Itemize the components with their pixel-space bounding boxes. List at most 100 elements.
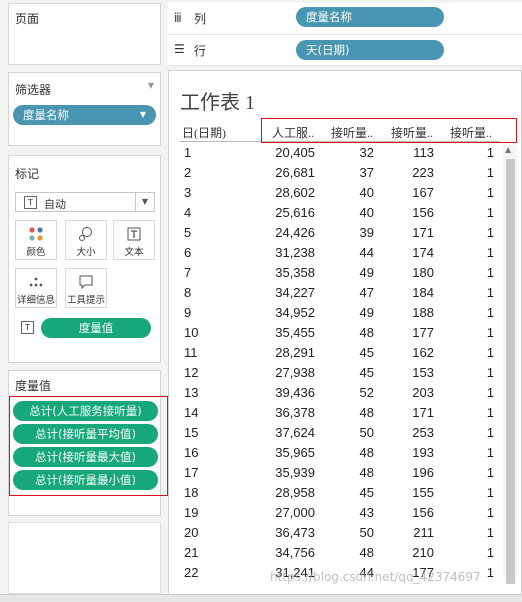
tooltip-button[interactable]: 工具提示 xyxy=(65,268,107,308)
table-cell: 14 xyxy=(184,405,199,420)
table-cell: 19 xyxy=(184,505,199,520)
marks-text-pill[interactable]: 度量值 xyxy=(41,318,151,338)
table-row[interactable]: 2 26,681 37 223 1 xyxy=(180,162,500,182)
dropdown-arrow-icon[interactable]: ▼ xyxy=(140,105,146,125)
table-cell: 1 xyxy=(184,145,192,160)
table-cell: 1 xyxy=(486,205,494,220)
measure-values-highlight xyxy=(9,396,168,496)
color-button[interactable]: 颜色 xyxy=(15,220,57,260)
table-cell: 27,000 xyxy=(275,505,315,520)
table-cell: 211 xyxy=(413,525,434,540)
table-cell: 1 xyxy=(486,365,494,380)
table-cell: 1 xyxy=(486,465,494,480)
table-cell: 1 xyxy=(486,325,494,340)
table-cell: 8 xyxy=(184,285,192,300)
table-cell: 21 xyxy=(184,545,199,560)
table-cell: 9 xyxy=(184,305,192,320)
vertical-scrollbar[interactable]: ▲ xyxy=(503,145,517,584)
table-row[interactable]: 4 25,616 40 156 1 xyxy=(180,202,500,222)
table-row[interactable]: 12 27,938 45 153 1 xyxy=(180,362,500,382)
table-row[interactable]: 6 31,238 44 174 1 xyxy=(180,242,500,262)
table-cell: 1 xyxy=(486,425,494,440)
table-cell: 1 xyxy=(486,305,494,320)
table-row[interactable]: 3 28,602 40 167 1 xyxy=(180,182,500,202)
table-row[interactable]: 1 20,405 32 113 1 xyxy=(180,142,500,162)
size-icon xyxy=(66,226,106,242)
table-row[interactable]: 19 27,000 43 156 1 xyxy=(180,502,500,522)
table-cell: 22 xyxy=(184,565,199,580)
table-cell: 223 xyxy=(412,165,434,180)
table-cell: 15 xyxy=(184,425,199,440)
measure-values-title: 度量值 xyxy=(15,379,52,393)
table-cell: 6 xyxy=(184,245,192,260)
column-header-day[interactable]: 日(日期) xyxy=(182,124,226,141)
table-cell: 2 xyxy=(184,165,192,180)
table-cell: 1 xyxy=(486,345,494,360)
columns-icon: ⅲ xyxy=(174,11,182,25)
filter-pill-measure-names[interactable]: 度量名称 ▼ xyxy=(13,105,156,125)
rows-icon: ☰ xyxy=(174,42,185,56)
table-cell: 171 xyxy=(412,405,434,420)
table-cell: 20 xyxy=(184,525,199,540)
table-cell: 34,756 xyxy=(275,545,315,560)
table-row[interactable]: 20 36,473 50 211 1 xyxy=(180,522,500,542)
table-cell: 39,436 xyxy=(275,385,315,400)
table-cell: 44 xyxy=(359,245,374,260)
table-cell: 34,952 xyxy=(275,305,315,320)
mark-type-select[interactable]: T 自动 ▼ xyxy=(15,192,155,212)
table-row[interactable]: 11 28,291 45 162 1 xyxy=(180,342,500,362)
table-cell: 50 xyxy=(359,425,374,440)
table-row[interactable]: 13 39,436 52 203 1 xyxy=(180,382,500,402)
table-cell: 1 xyxy=(486,485,494,500)
table-cell: 193 xyxy=(412,445,434,460)
filters-menu-icon[interactable]: ▼ xyxy=(148,81,154,90)
table-cell: 48 xyxy=(359,545,374,560)
table-row[interactable]: 10 35,455 48 177 1 xyxy=(180,322,500,342)
pages-title: 页面 xyxy=(15,12,40,26)
table-cell: 25,616 xyxy=(275,205,315,220)
table-cell: 20,405 xyxy=(275,145,315,160)
table-cell: 153 xyxy=(412,365,434,380)
table-cell: 155 xyxy=(412,485,434,500)
left-bottom-panel xyxy=(8,522,161,594)
table-row[interactable]: 15 37,624 50 253 1 xyxy=(180,422,500,442)
table-cell: 40 xyxy=(359,185,374,200)
table-row[interactable]: 21 34,756 48 210 1 xyxy=(180,542,500,562)
size-button[interactable]: 大小 xyxy=(65,220,107,260)
table-cell: 52 xyxy=(359,385,374,400)
table-cell: 28,958 xyxy=(275,485,315,500)
rows-shelf[interactable]: ☰ 行 天(日期) xyxy=(168,35,522,66)
table-row[interactable]: 8 34,227 47 184 1 xyxy=(180,282,500,302)
table-cell: 45 xyxy=(359,345,374,360)
table-cell: 171 xyxy=(412,225,434,240)
table-row[interactable]: 18 28,958 45 155 1 xyxy=(180,482,500,502)
rows-pill[interactable]: 天(日期) xyxy=(296,40,444,60)
table-cell: 17 xyxy=(184,465,199,480)
table-row[interactable]: 17 35,939 48 196 1 xyxy=(180,462,500,482)
table-cell: 1 xyxy=(486,185,494,200)
table-cell: 1 xyxy=(486,405,494,420)
table-cell: 43 xyxy=(359,505,374,520)
table-cell: 210 xyxy=(412,545,434,560)
table-cell: 1 xyxy=(486,225,494,240)
scrollbar-thumb[interactable] xyxy=(506,159,515,584)
columns-pill[interactable]: 度量名称 xyxy=(296,7,444,27)
table-cell: 11 xyxy=(184,345,198,360)
table-row[interactable]: 16 35,965 48 193 1 xyxy=(180,442,500,462)
table-cell: 167 xyxy=(412,185,434,200)
scroll-up-icon[interactable]: ▲ xyxy=(505,145,511,154)
table-cell: 156 xyxy=(412,505,434,520)
text-button[interactable]: 文本 xyxy=(113,220,155,260)
table-row[interactable]: 14 36,378 48 171 1 xyxy=(180,402,500,422)
detail-button[interactable]: 详细信息 xyxy=(15,268,57,308)
chevron-down-icon[interactable]: ▼ xyxy=(135,193,154,211)
table-cell: 35,965 xyxy=(275,445,315,460)
table-cell: 35,358 xyxy=(275,265,315,280)
table-row[interactable]: 7 35,358 49 180 1 xyxy=(180,262,500,282)
table-row[interactable]: 5 24,426 39 171 1 xyxy=(180,222,500,242)
table-cell: 37,624 xyxy=(275,425,315,440)
table-cell: 5 xyxy=(184,225,192,240)
table-row[interactable]: 9 34,952 49 188 1 xyxy=(180,302,500,322)
table-cell: 203 xyxy=(412,385,434,400)
columns-shelf[interactable]: ⅲ 列 度量名称 xyxy=(168,3,522,35)
